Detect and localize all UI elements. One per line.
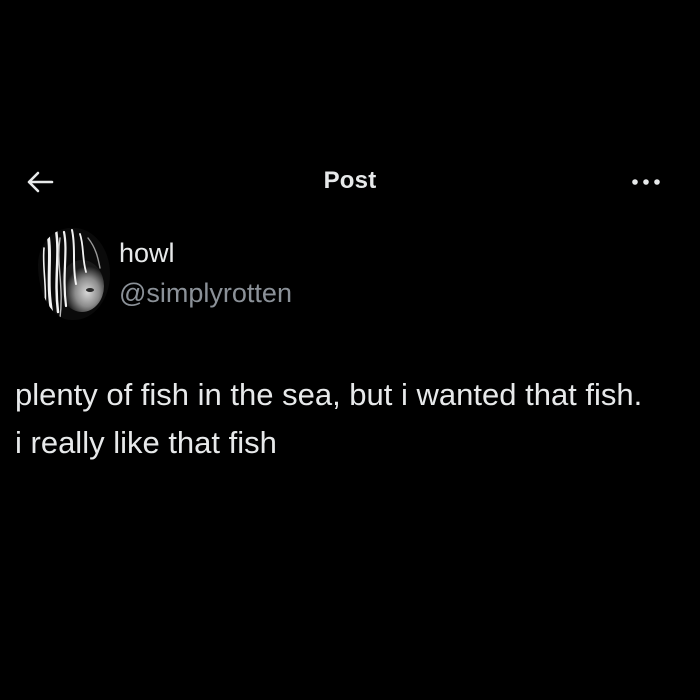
more-options-button[interactable]: [624, 166, 668, 198]
post-author: howl @simplyrotten: [38, 228, 638, 320]
top-bar: Post: [0, 160, 700, 204]
author-display-name[interactable]: howl: [119, 238, 175, 269]
more-horizontal-icon: [632, 179, 660, 185]
page-title: Post: [323, 167, 377, 194]
post-text: plenty of fish in the sea, but i wanted …: [15, 377, 643, 460]
avatar-image: [38, 228, 110, 320]
avatar[interactable]: [38, 228, 110, 320]
author-handle[interactable]: @simplyrotten: [119, 278, 292, 309]
